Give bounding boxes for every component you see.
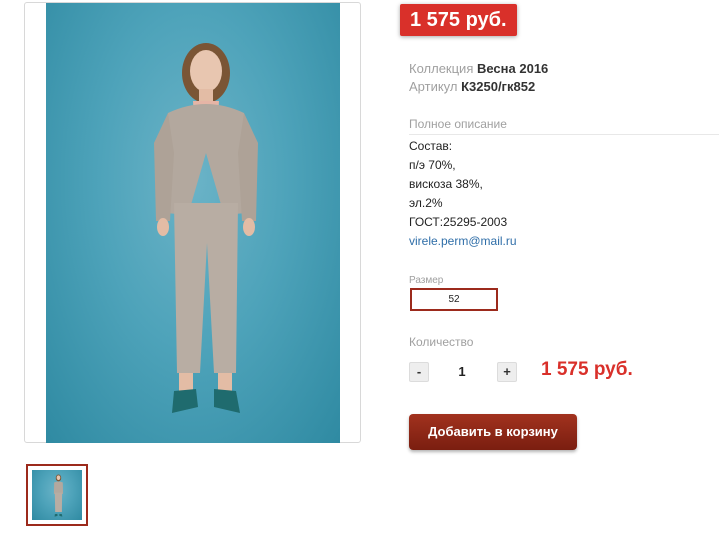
model-figure-illustration — [154, 43, 258, 413]
description-line: вискоза 38%, — [409, 177, 483, 191]
quantity-label: Количество — [409, 335, 474, 349]
collection-row: Коллекция Весна 2016 — [409, 61, 548, 77]
collection-value: Весна 2016 — [476, 61, 549, 76]
description-line: эл.2% — [409, 196, 443, 210]
collection-label: Коллекция — [409, 61, 474, 76]
email-link[interactable]: virele.perm@mail.ru — [409, 232, 517, 251]
total-price: 1 575 руб. — [541, 359, 633, 380]
thumbnail-selected[interactable] — [26, 464, 88, 526]
full-description-title: Полное описание — [409, 117, 719, 135]
thumbnail-figure-illustration — [53, 474, 64, 517]
description-line: Состав: — [409, 139, 453, 153]
main-product-image-frame — [24, 2, 361, 443]
quantity-input[interactable]: 1 — [450, 364, 474, 379]
article-row: Артикул К3250/гк852 — [409, 79, 535, 95]
quantity-increase-button[interactable]: + — [497, 362, 517, 382]
add-to-cart-button[interactable]: Добавить в корзину — [409, 414, 577, 450]
description-line: ГОСТ:25295-2003 — [409, 215, 508, 229]
price-badge: 1 575 руб. — [400, 4, 517, 36]
size-select[interactable]: 52 — [410, 288, 498, 311]
quantity-decrease-button[interactable]: - — [409, 362, 429, 382]
description-line: п/э 70%, — [409, 158, 456, 172]
thumbnail-image — [32, 470, 82, 520]
article-value: К3250/гк852 — [461, 79, 536, 94]
main-product-image[interactable] — [46, 3, 340, 443]
description-block: Состав: п/э 70%, вискоза 38%, эл.2% ГОСТ… — [409, 137, 517, 251]
size-label: Размер — [409, 275, 444, 286]
article-label: Артикул — [409, 79, 458, 94]
